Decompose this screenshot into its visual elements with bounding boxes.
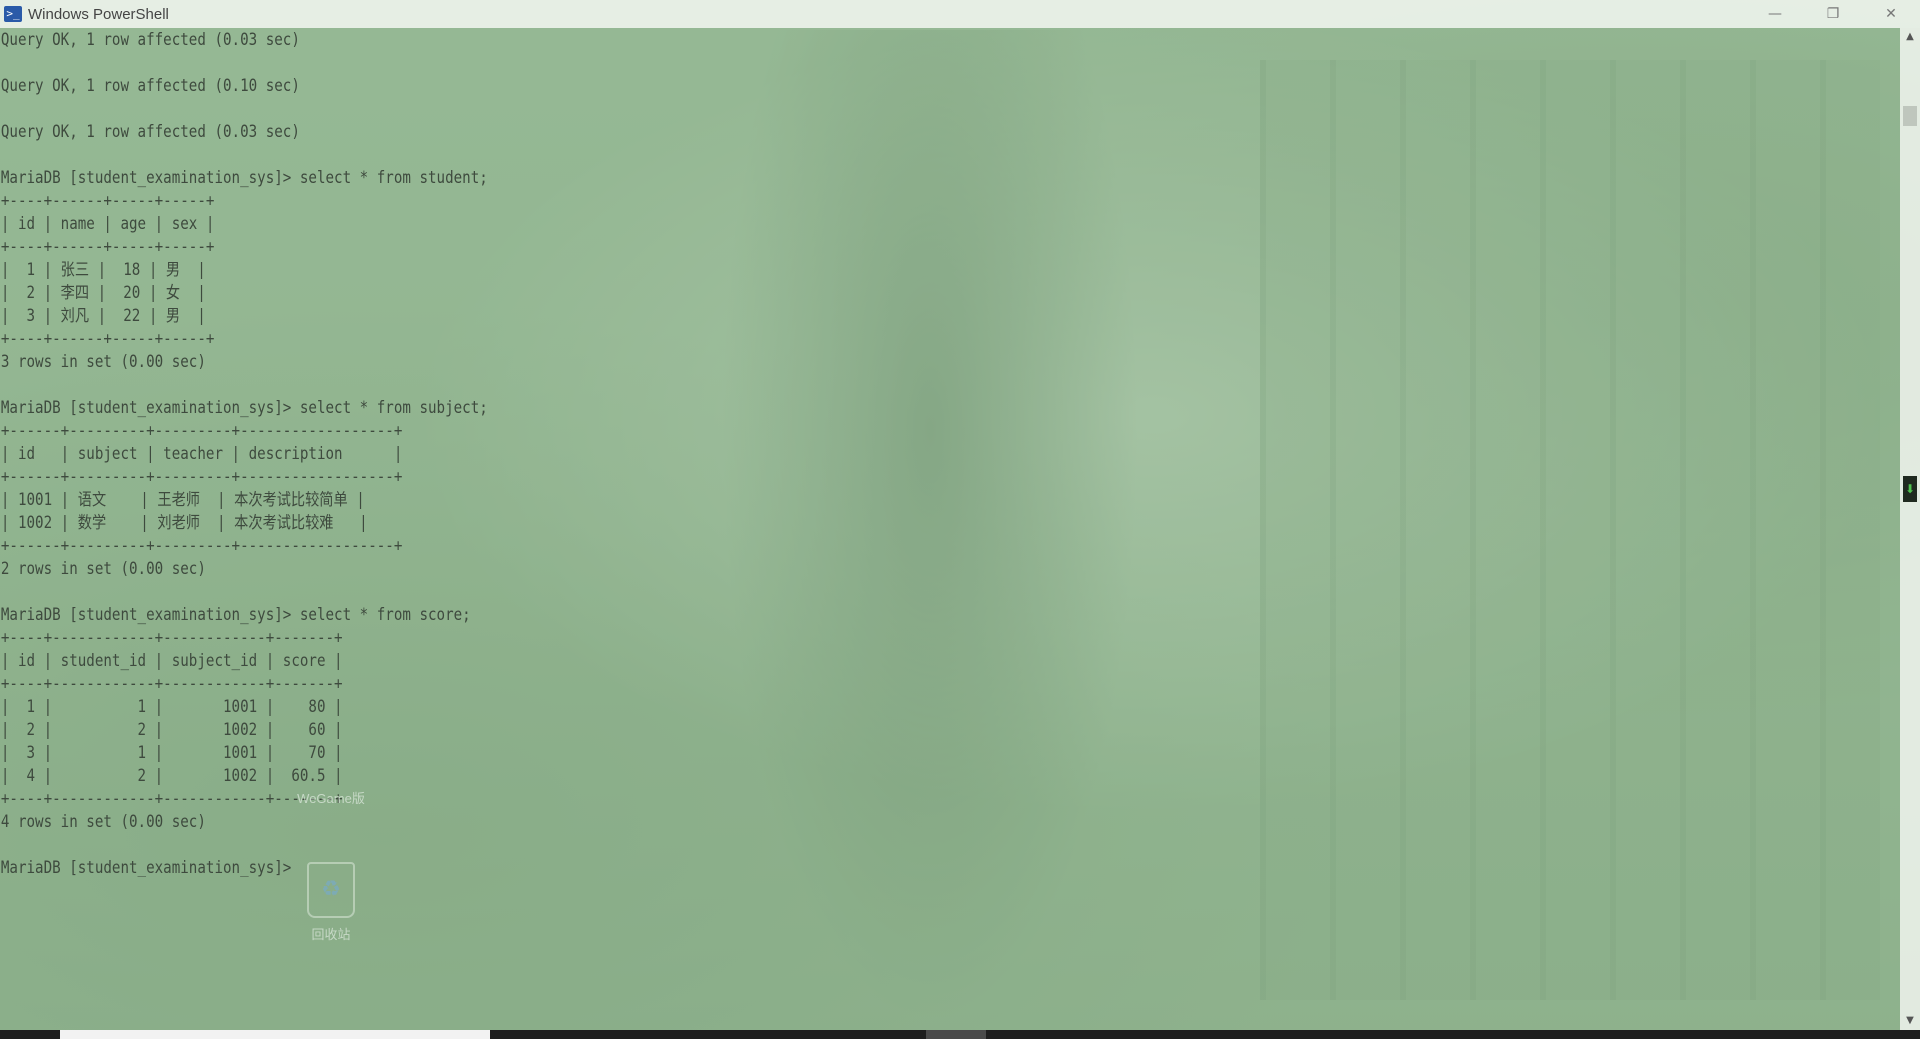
console-line: | 3 | 刘凡 | 22 | 男 |: [0, 306, 206, 325]
console-line: | id | student_id | subject_id | score |: [0, 651, 343, 670]
console-line: MariaDB [student_examination_sys]>: [0, 858, 300, 877]
desktop-icon-recycle-bin[interactable]: ♻ 回收站: [286, 862, 376, 943]
minimize-button[interactable]: —: [1746, 0, 1804, 28]
console-line: | 4 | 2 | 1002 | 60.5 |: [0, 766, 343, 785]
wegame-label: WeGame版: [297, 791, 365, 806]
console-line: +----+------+-----+-----+: [0, 191, 215, 210]
console-line: | 1001 | 语文 | 王老师 | 本次考试比较简单 |: [0, 490, 365, 509]
close-button[interactable]: ✕: [1862, 0, 1920, 28]
console-line: +----+------------+------------+-------+: [0, 628, 343, 647]
console-line: | 1 | 1 | 1001 | 80 |: [0, 697, 343, 716]
console-line: 4 rows in set (0.00 sec): [0, 812, 206, 831]
desktop-icon-wegame[interactable]: WeGame版: [286, 788, 376, 807]
taskbar-search-box[interactable]: [60, 1030, 490, 1039]
console-line: +------+---------+---------+------------…: [0, 421, 403, 440]
console-line: Query OK, 1 row affected (0.10 sec): [0, 76, 300, 95]
console-line: +------+---------+---------+------------…: [0, 536, 403, 555]
scroll-marker-icon: ⬇: [1903, 476, 1917, 502]
console-line: 2 rows in set (0.00 sec): [0, 559, 206, 578]
scroll-thumb[interactable]: [1903, 106, 1917, 126]
scroll-down-icon[interactable]: ▼: [1900, 1012, 1920, 1030]
scroll-up-icon[interactable]: ▲: [1900, 28, 1920, 46]
console-line: | 1 | 张三 | 18 | 男 |: [0, 260, 206, 279]
taskbar-active-app[interactable]: [926, 1030, 986, 1039]
console-line: +----+------+-----+-----+: [0, 329, 215, 348]
console-line: Query OK, 1 row affected (0.03 sec): [0, 122, 300, 141]
recycle-bin-icon: ♻: [307, 862, 355, 918]
console-line: | 1002 | 数学 | 刘老师 | 本次考试比较难 |: [0, 513, 368, 532]
console-line: +----+------+-----+-----+: [0, 237, 215, 256]
vertical-scrollbar[interactable]: ▲ ⬇ ▼: [1900, 28, 1920, 1030]
console-line: MariaDB [student_examination_sys]> selec…: [0, 168, 488, 187]
console-text: Query OK, 1 row affected (0.03 sec) Query…: [0, 28, 1634, 879]
console-line: | id | subject | teacher | description |: [0, 444, 403, 463]
powershell-icon: >_: [4, 6, 22, 22]
console-line: +----+------------+------------+-------+: [0, 674, 343, 693]
taskbar: [0, 1030, 1920, 1039]
console-line: +----+------------+------------+-------+: [0, 789, 343, 808]
restore-button[interactable]: ❐: [1804, 0, 1862, 28]
console-output[interactable]: Query OK, 1 row affected (0.03 sec) Query…: [0, 28, 1900, 1030]
window-controls: — ❐ ✕: [1746, 0, 1920, 28]
console-line: | id | name | age | sex |: [0, 214, 215, 233]
console-line: | 3 | 1 | 1001 | 70 |: [0, 743, 343, 762]
console-line: MariaDB [student_examination_sys]> selec…: [0, 398, 488, 417]
window-title: Windows PowerShell: [28, 5, 169, 23]
recycle-bin-label: 回收站: [311, 927, 351, 942]
console-line: MariaDB [student_examination_sys]> selec…: [0, 605, 471, 624]
console-line: Query OK, 1 row affected (0.03 sec): [0, 30, 300, 49]
window-titlebar[interactable]: >_ Windows PowerShell — ❐ ✕: [0, 0, 1920, 28]
console-line: | 2 | 2 | 1002 | 60 |: [0, 720, 343, 739]
console-line: 3 rows in set (0.00 sec): [0, 352, 206, 371]
console-line: +------+---------+---------+------------…: [0, 467, 403, 486]
console-line: | 2 | 李四 | 20 | 女 |: [0, 283, 206, 302]
